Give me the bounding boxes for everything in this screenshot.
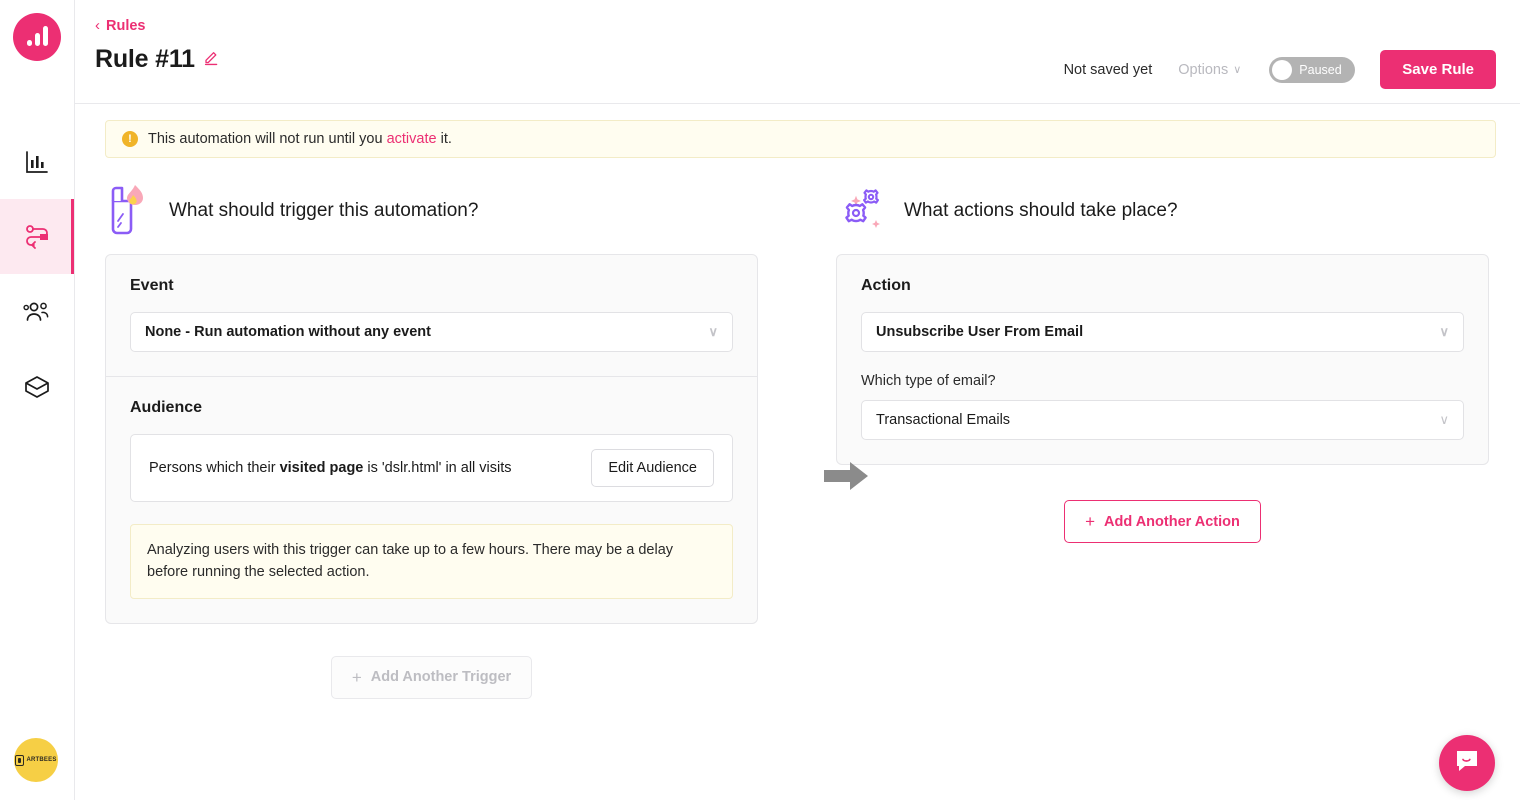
audience-text-bold: visited page <box>279 460 364 476</box>
action-section-header: What actions should take place? <box>836 182 1489 240</box>
event-select-value: None - Run automation without any event <box>145 324 431 340</box>
app-root: ARTBEES ‹ Rules Rule #11 Not saved yet O… <box>0 0 1520 800</box>
logo-bar-3 <box>42 26 48 46</box>
sidebar-item-people[interactable] <box>0 274 74 349</box>
sidebar-item-products[interactable] <box>0 349 74 424</box>
edit-audience-button[interactable]: Edit Audience <box>591 449 714 487</box>
add-trigger-wrap: + Add Another Trigger <box>105 655 758 699</box>
email-type-value: Transactional Emails <box>876 412 1011 428</box>
email-type-label: Which type of email? <box>861 373 996 389</box>
lighter-flame-icon <box>105 183 151 240</box>
toggle-knob <box>1272 59 1293 80</box>
top-actions: Not saved yet Options ∨ Paused Save Rule <box>1064 50 1496 89</box>
pause-toggle[interactable]: Paused <box>1269 56 1356 83</box>
chevron-down-icon: ∨ <box>1439 412 1449 427</box>
app-logo[interactable] <box>13 13 61 61</box>
avatar-mark-icon <box>15 754 25 766</box>
save-rule-button[interactable]: Save Rule <box>1380 50 1496 89</box>
trigger-card: Event None - Run automation without any … <box>105 254 758 624</box>
audience-label: Audience <box>130 399 203 416</box>
toggle-label: Paused <box>1299 62 1342 77</box>
action-label: Action <box>861 277 911 294</box>
chat-bubble-icon <box>1453 747 1481 780</box>
add-action-wrap: + Add Another Action <box>836 500 1489 543</box>
action-block: Action Unsubscribe User From Email ∨ Whi… <box>837 255 1488 464</box>
bar-chart-icon <box>24 149 50 175</box>
add-trigger-label: Add Another Trigger <box>370 669 512 686</box>
people-icon <box>23 300 51 324</box>
email-type-select[interactable]: Transactional Emails ∨ <box>861 400 1464 440</box>
right-arrow-icon <box>822 458 877 494</box>
action-select-value: Unsubscribe User From Email <box>876 324 1084 340</box>
avatar[interactable]: ARTBEES <box>14 738 58 782</box>
automation-flow-icon <box>23 224 51 250</box>
main-area: ‹ Rules Rule #11 Not saved yet Options ∨ <box>75 0 1520 800</box>
trigger-heading: What should trigger this automation? <box>169 200 479 221</box>
trigger-delay-note: Analyzing users with this trigger can ta… <box>130 524 733 599</box>
logo-bar-1 <box>26 40 32 46</box>
event-label: Event <box>130 277 174 294</box>
add-action-label: Add Another Action <box>1104 513 1240 530</box>
chevron-down-icon: ∨ <box>1233 64 1242 76</box>
trigger-section-header: What should trigger this automation? <box>105 182 758 240</box>
activate-link[interactable]: activate <box>387 131 437 147</box>
options-dropdown[interactable]: Options ∨ <box>1178 62 1241 78</box>
options-label: Options <box>1178 61 1229 78</box>
logo-bar-2 <box>34 33 40 46</box>
chevron-left-icon: ‹ <box>95 17 100 34</box>
sidebar-item-rules[interactable] <box>0 199 74 274</box>
page-title: Rule #11 <box>95 45 195 73</box>
action-card: Action Unsubscribe User From Email ∨ Whi… <box>836 254 1489 465</box>
action-heading: What actions should take place? <box>904 200 1178 221</box>
save-status: Not saved yet <box>1063 61 1153 78</box>
content: ! This automation will not run until you… <box>75 120 1520 800</box>
avatar-label: ARTBEES <box>26 757 57 763</box>
sidebar: ARTBEES <box>0 0 75 800</box>
chat-launcher-button[interactable] <box>1439 735 1495 791</box>
gears-sparkle-icon <box>836 183 886 240</box>
alert-text: This automation will not run until you a… <box>148 131 452 147</box>
audience-description: Persons which their visited page is 'dsl… <box>149 460 512 476</box>
event-select[interactable]: None - Run automation without any event … <box>130 312 733 352</box>
chevron-down-icon: ∨ <box>708 324 718 339</box>
plus-icon: + <box>1085 512 1096 531</box>
plus-icon: + <box>351 667 362 687</box>
audience-block: Audience Persons which their visited pag… <box>106 376 757 623</box>
activation-alert: ! This automation will not run until you… <box>105 120 1496 158</box>
action-column: What actions should take place? Action U… <box>836 182 1489 699</box>
chevron-down-icon: ∨ <box>1439 324 1449 339</box>
pencil-icon[interactable] <box>203 49 220 71</box>
breadcrumb-label: Rules <box>106 18 146 34</box>
columns: What should trigger this automation? Eve… <box>75 158 1520 699</box>
sidebar-nav <box>0 124 74 424</box>
alert-text-after: it. <box>440 131 452 147</box>
audience-text-before: Persons which their <box>149 460 276 476</box>
sidebar-item-analytics[interactable] <box>0 124 74 199</box>
trigger-column: What should trigger this automation? Eve… <box>105 182 758 699</box>
breadcrumb-rules[interactable]: ‹ Rules <box>95 18 146 34</box>
box-icon <box>23 374 51 400</box>
warning-icon: ! <box>122 131 138 147</box>
topbar: ‹ Rules Rule #11 Not saved yet Options ∨ <box>75 0 1520 104</box>
add-another-trigger-button[interactable]: + Add Another Trigger <box>330 655 533 699</box>
event-block: Event None - Run automation without any … <box>106 255 757 376</box>
action-select[interactable]: Unsubscribe User From Email ∨ <box>861 312 1464 352</box>
audience-box: Persons which their visited page is 'dsl… <box>130 434 733 502</box>
add-another-action-button[interactable]: + Add Another Action <box>1064 500 1261 543</box>
audience-text-after: is 'dslr.html' in all visits <box>367 460 512 476</box>
alert-text-before: This automation will not run until you <box>148 131 383 147</box>
